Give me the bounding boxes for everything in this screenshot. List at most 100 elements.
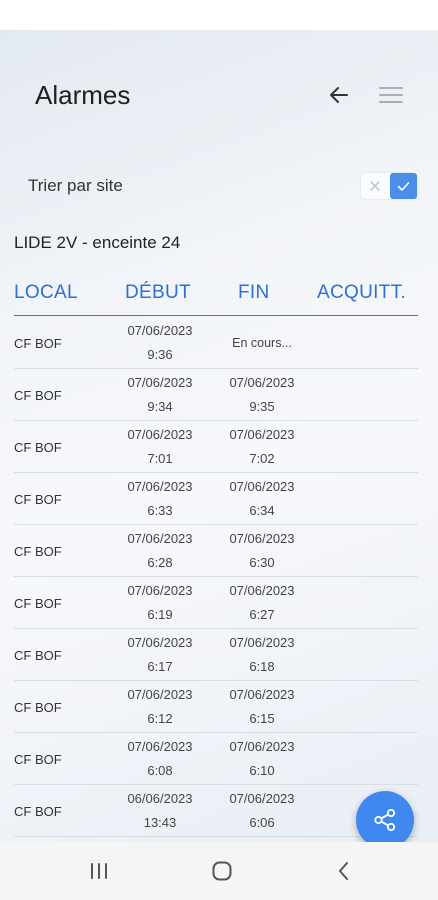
debut-date: 07/06/2023 xyxy=(127,427,193,442)
cell-fin: 07/06/2023 9:35 xyxy=(212,369,312,421)
debut-time: 9:34 xyxy=(147,399,173,414)
table-row[interactable]: CF BOF 07/06/2023 6:08 07/06/2023 6:10 xyxy=(14,733,418,785)
table-row[interactable]: CF BOF 07/06/2023 9:34 07/06/2023 9:35 xyxy=(14,369,418,421)
recent-apps-button[interactable] xyxy=(79,856,119,886)
sort-by-site-row: Trier par site xyxy=(0,168,438,204)
cell-fin: 07/06/2023 6:18 xyxy=(212,629,312,681)
cell-local: CF BOF xyxy=(14,387,62,403)
cell-local: CF BOF xyxy=(14,751,62,767)
fin-time: 9:35 xyxy=(249,399,275,414)
cell-debut: 07/06/2023 6:28 xyxy=(110,525,210,577)
arrow-left-icon xyxy=(330,87,348,103)
cell-local: CF BOF xyxy=(14,647,62,663)
debut-date: 07/06/2023 xyxy=(127,635,193,650)
column-header-local[interactable]: LOCAL xyxy=(14,282,78,304)
column-header-fin[interactable]: FIN xyxy=(238,282,270,304)
fin-date: 07/06/2023 xyxy=(229,531,295,546)
recent-apps-icon xyxy=(91,863,107,879)
cell-local: CF BOF xyxy=(14,803,62,819)
table-row[interactable]: CF BOF 07/06/2023 6:33 07/06/2023 6:34 xyxy=(14,473,418,525)
app-header: Alarmes xyxy=(0,30,438,160)
cell-fin: 07/06/2023 7:02 xyxy=(212,421,312,473)
cell-debut: 07/06/2023 6:12 xyxy=(110,681,210,733)
fin-date: 07/06/2023 xyxy=(229,427,295,442)
debut-date: 07/06/2023 xyxy=(127,479,193,494)
menu-button[interactable] xyxy=(374,78,408,112)
table-row[interactable]: CF BOF 07/06/2023 6:12 07/06/2023 6:15 xyxy=(14,681,418,733)
cell-local: CF BOF xyxy=(14,699,62,715)
fin-date: 07/06/2023 xyxy=(229,375,295,390)
cell-debut: 07/06/2023 6:17 xyxy=(110,629,210,681)
debut-time: 6:28 xyxy=(147,555,173,570)
share-icon xyxy=(374,808,396,832)
cell-local: CF BOF xyxy=(14,543,62,559)
system-back-button[interactable] xyxy=(324,856,364,886)
fin-time: 6:18 xyxy=(249,659,275,674)
debut-date: 07/06/2023 xyxy=(127,687,193,702)
cell-debut: 07/06/2023 9:36 xyxy=(110,317,210,369)
table-row[interactable]: CF BOF 07/06/2023 6:17 07/06/2023 6:18 xyxy=(14,629,418,681)
fin-time: 6:27 xyxy=(249,607,275,622)
debut-date: 07/06/2023 xyxy=(127,323,193,338)
fin-time: 6:06 xyxy=(249,815,275,830)
back-button[interactable] xyxy=(322,78,356,112)
cell-debut: 07/06/2023 7:01 xyxy=(110,421,210,473)
debut-date: 07/06/2023 xyxy=(127,375,193,390)
debut-time: 6:33 xyxy=(147,503,173,518)
debut-time: 9:36 xyxy=(147,347,173,362)
sort-by-site-toggle[interactable] xyxy=(361,173,417,199)
sort-by-site-label: Trier par site xyxy=(28,176,123,195)
debut-time: 6:12 xyxy=(147,711,173,726)
fin-status: En cours... xyxy=(232,336,292,350)
fin-date: 07/06/2023 xyxy=(229,583,295,598)
debut-date: 06/06/2023 xyxy=(127,791,193,806)
cell-debut: 07/06/2023 6:33 xyxy=(110,473,210,525)
cell-local: CF BOF xyxy=(14,595,62,611)
cell-debut: 07/06/2023 9:34 xyxy=(110,369,210,421)
table-row[interactable]: CF BOF 07/06/2023 6:19 07/06/2023 6:27 xyxy=(14,577,418,629)
debut-time: 6:17 xyxy=(147,659,173,674)
debut-time: 7:01 xyxy=(147,451,173,466)
hamburger-menu-icon xyxy=(379,87,403,103)
close-icon xyxy=(361,173,389,199)
home-button[interactable] xyxy=(202,856,242,886)
debut-date: 07/06/2023 xyxy=(127,531,193,546)
site-name: LIDE 2V - enceinte 24 xyxy=(14,233,181,252)
fin-date: 07/06/2023 xyxy=(229,739,295,754)
check-icon xyxy=(390,173,417,199)
table-row[interactable]: CF BOF 07/06/2023 7:01 07/06/2023 7:02 xyxy=(14,421,418,473)
app-screen: Alarmes Trier par site LIDE 2V - enceint… xyxy=(0,30,438,842)
system-navigation-bar xyxy=(0,842,438,900)
cell-local: CF BOF xyxy=(14,335,62,351)
share-button[interactable] xyxy=(356,791,414,842)
cell-fin: 07/06/2023 6:06 xyxy=(212,785,312,837)
cell-fin: 07/06/2023 6:15 xyxy=(212,681,312,733)
fin-date: 07/06/2023 xyxy=(229,479,295,494)
table-row[interactable]: CF BOF 07/06/2023 6:28 07/06/2023 6:30 xyxy=(14,525,418,577)
table-row[interactable]: CF BOF 07/06/2023 9:36 En cours... xyxy=(14,317,418,369)
fin-time: 6:10 xyxy=(249,763,275,778)
cell-fin: 07/06/2023 6:30 xyxy=(212,525,312,577)
cell-fin: 07/06/2023 6:34 xyxy=(212,473,312,525)
status-bar xyxy=(0,0,438,30)
alarm-table-body: CF BOF 07/06/2023 9:36 En cours... CF BO… xyxy=(14,317,418,837)
debut-date: 07/06/2023 xyxy=(127,739,193,754)
column-header-acquitt[interactable]: ACQUITT. xyxy=(317,282,406,304)
home-icon xyxy=(212,861,232,881)
cell-local: CF BOF xyxy=(14,491,62,507)
cell-fin: En cours... xyxy=(212,317,312,369)
fin-date: 07/06/2023 xyxy=(229,635,295,650)
cell-fin: 07/06/2023 6:10 xyxy=(212,733,312,785)
cell-debut: 06/06/2023 13:43 xyxy=(110,785,210,837)
cell-debut: 07/06/2023 6:08 xyxy=(110,733,210,785)
fin-date: 07/06/2023 xyxy=(229,687,295,702)
debut-time: 6:19 xyxy=(147,607,173,622)
fin-time: 6:30 xyxy=(249,555,275,570)
cell-debut: 07/06/2023 6:19 xyxy=(110,577,210,629)
fin-time: 7:02 xyxy=(249,451,275,466)
table-header: LOCAL DÉBUT FIN ACQUITT. xyxy=(14,280,418,316)
cell-local: CF BOF xyxy=(14,439,62,455)
column-header-debut[interactable]: DÉBUT xyxy=(125,282,191,304)
cell-fin: 07/06/2023 6:27 xyxy=(212,577,312,629)
fin-time: 6:34 xyxy=(249,503,275,518)
